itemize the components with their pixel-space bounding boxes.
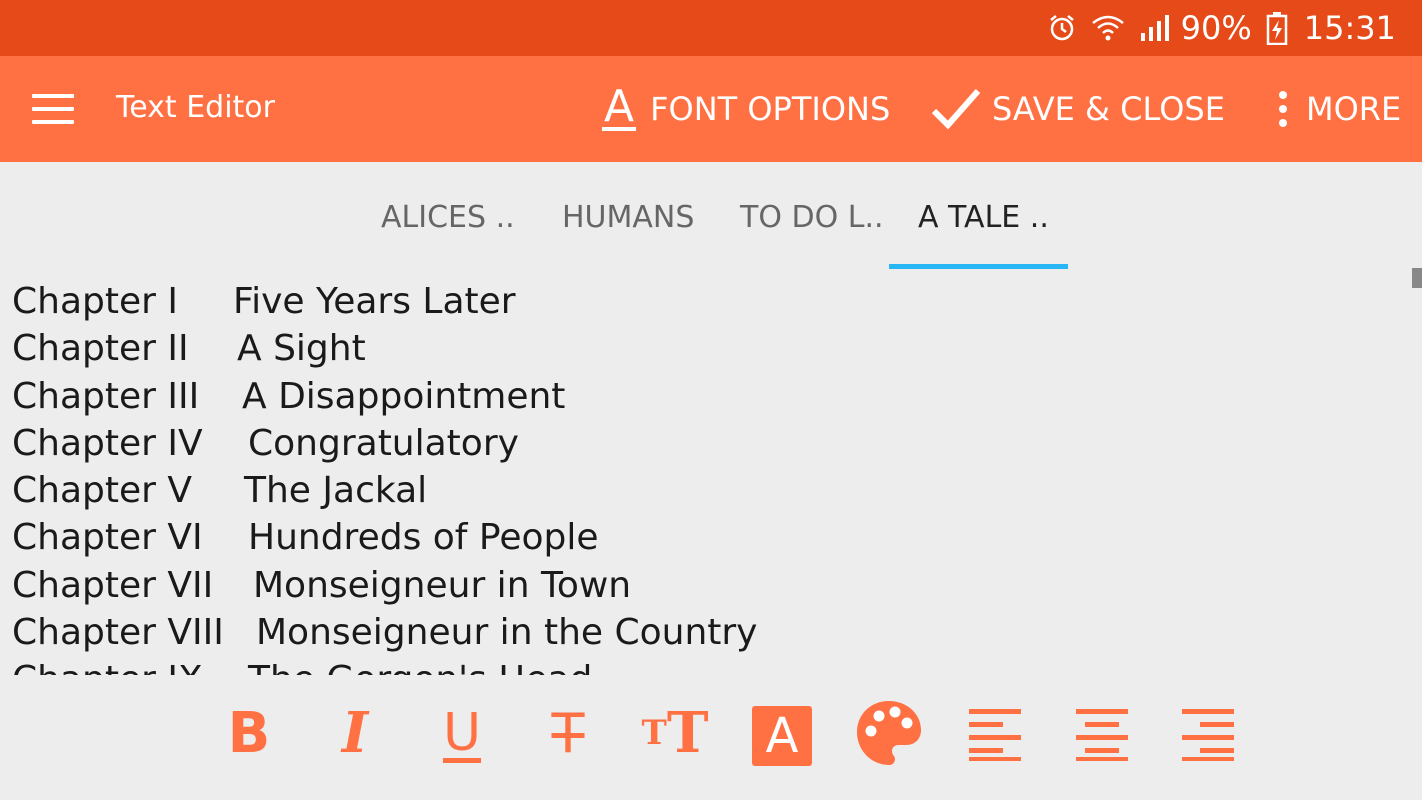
app-toolbar: Text Editor A FONT OPTIONS SAVE & CLOSE … (0, 56, 1422, 162)
chapter-title: Five Years Later (233, 281, 516, 322)
tab-a-tale[interactable]: A TALE .. (918, 200, 1049, 235)
text-color-button[interactable]: A (747, 698, 817, 768)
font-options-label: FONT OPTIONS (650, 90, 891, 128)
formatting-toolbar: B I U T TT A (0, 680, 1422, 800)
alarm-icon (1047, 13, 1077, 43)
text-size-small-glyph: T (641, 713, 667, 753)
more-button[interactable]: MORE (1278, 82, 1401, 136)
underline-icon[interactable]: U (427, 698, 497, 768)
chapter-title: The Jackal (244, 470, 428, 512)
app-title: Text Editor (116, 90, 275, 125)
chapter-number: Chapter VI (12, 517, 203, 559)
chapter-title: Congratulatory (248, 422, 519, 464)
align-left-icon[interactable] (960, 698, 1030, 768)
tab-alices[interactable]: ALICES .. (381, 200, 515, 235)
wifi-icon (1091, 13, 1125, 43)
text-line: Chapter VIII Monseigneur in the Country (0, 609, 1422, 656)
text-line: Chapter I Five Years Later (0, 278, 1422, 325)
clock: 15:31 (1303, 9, 1396, 47)
chapter-number: Chapter V (12, 470, 192, 512)
text-size-big-glyph: T (666, 700, 709, 766)
text-line: Chapter VII Monseigneur in Town (0, 562, 1422, 609)
chapter-title: The Gorgon's Head (248, 656, 592, 675)
signal-icon (1139, 13, 1171, 43)
text-editor-area[interactable]: Chapter I Five Years Later Chapter II A Si… (0, 278, 1422, 675)
chapter-number: Chapter III (12, 375, 200, 417)
status-bar: 90% 15:31 (0, 0, 1422, 56)
save-close-button[interactable]: SAVE & CLOSE (930, 82, 1225, 136)
document-tabs: ALICES .. HUMANS TO DO L.. A TALE .. (0, 162, 1422, 270)
chapter-number: Chapter IV (12, 422, 203, 464)
chapter-title: A Disappointment (242, 375, 566, 417)
palette-icon[interactable] (854, 698, 924, 768)
align-center-icon[interactable] (1067, 698, 1137, 768)
font-options-button[interactable]: A FONT OPTIONS (602, 82, 890, 136)
text-line: Chapter IX The Gorgon's Head (0, 656, 1422, 675)
chapter-number: Chapter VIII (12, 612, 224, 654)
more-vert-icon (1278, 90, 1288, 128)
active-tab-indicator (889, 264, 1068, 269)
tab-humans[interactable]: HUMANS (562, 200, 694, 235)
text-line: Chapter V The Jackal (0, 467, 1422, 514)
text-line: Chapter IV Congratulatory (0, 420, 1422, 467)
more-label: MORE (1306, 90, 1402, 128)
text-line: Chapter III A Disappointment (0, 373, 1422, 420)
bold-icon[interactable]: B (214, 698, 284, 768)
save-close-label: SAVE & CLOSE (992, 90, 1225, 128)
text-line: Chapter VI Hundreds of People (0, 514, 1422, 561)
check-icon (930, 87, 982, 131)
text-color-icon: A (752, 705, 812, 766)
chapter-title: Monseigneur in Town (253, 564, 632, 606)
chapter-title: A Sight (237, 328, 366, 370)
chapter-title: Monseigneur in the Country (256, 612, 758, 654)
font-icon: A (602, 81, 637, 132)
align-right-icon[interactable] (1173, 698, 1243, 768)
italic-icon[interactable]: I (320, 698, 390, 768)
tab-to-do-list[interactable]: TO DO L.. (740, 200, 884, 235)
hamburger-menu-icon[interactable] (32, 94, 74, 124)
text-line: Chapter II A Sight (0, 325, 1422, 372)
battery-charging-icon (1266, 11, 1288, 45)
chapter-number: Chapter II (12, 328, 189, 370)
chapter-number: Chapter IX (12, 656, 203, 675)
battery-level: 90% (1180, 9, 1252, 47)
strikethrough-icon[interactable]: T (533, 698, 603, 768)
chapter-number: Chapter I (12, 281, 178, 322)
text-size-icon[interactable]: TT (640, 698, 710, 768)
chapter-number: Chapter VII (12, 564, 214, 606)
chapter-title: Hundreds of People (248, 517, 599, 559)
